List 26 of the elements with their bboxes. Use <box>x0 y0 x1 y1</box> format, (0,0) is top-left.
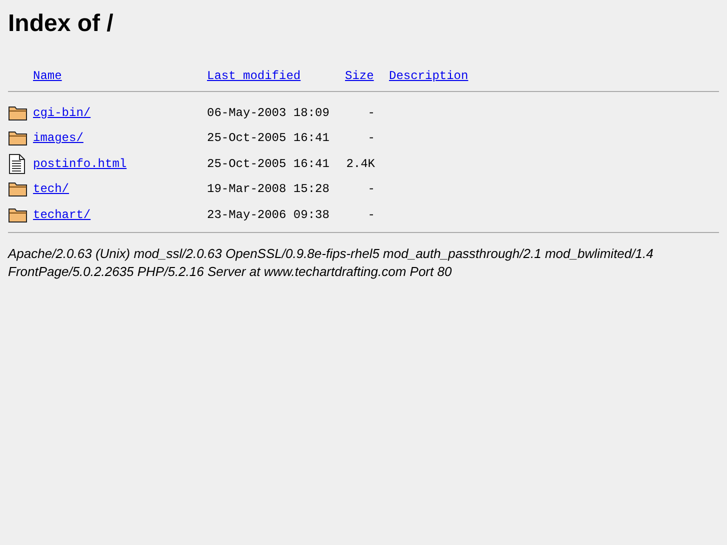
page-title: Index of / <box>8 9 114 39</box>
folder-icon <box>8 104 28 122</box>
column-header-link[interactable]: Last modified <box>207 69 301 83</box>
file-size: - <box>368 106 375 120</box>
file-link[interactable]: postinfo.html <box>33 156 127 171</box>
modified-date: 19-Mar-2008 15:28 <box>207 181 330 198</box>
file-size: - <box>368 208 375 222</box>
modified-date: 25-Oct-2005 16:41 <box>207 130 330 148</box>
file-size: - <box>368 182 375 196</box>
file-link[interactable]: images/ <box>33 131 84 146</box>
folder-icon <box>8 180 28 198</box>
folder-icon <box>8 206 28 224</box>
modified-date: 23-May-2006 09:38 <box>207 206 330 224</box>
folder-icon <box>8 129 28 148</box>
file-link[interactable]: tech/ <box>33 182 70 196</box>
document-icon <box>8 154 26 174</box>
modified-date: 06-May-2003 18:09 <box>207 104 330 122</box>
column-header-link[interactable]: Name <box>33 69 62 83</box>
file-link[interactable]: cgi-bin/ <box>33 106 91 120</box>
file-size: - <box>368 131 375 146</box>
modified-date: 25-Oct-2005 16:41 <box>207 156 330 173</box>
column-header-link[interactable]: Description <box>389 69 468 83</box>
file-size: 2.4K <box>346 156 375 171</box>
column-header-link[interactable]: Size <box>345 69 374 83</box>
server-signature: Apache/2.0.63 (Unix) mod_ssl/2.0.63 OpenSSL/0.9.8e-fips-rhel5 mod_auth_passthrough/2.1 mod_bwlimited/1.4 FrontPage/5.0.2.2635 PHP/5.2.16 Server at www.techartdrafting.com Port 80 <box>8 244 654 280</box>
file-link[interactable]: techart/ <box>33 208 91 222</box>
